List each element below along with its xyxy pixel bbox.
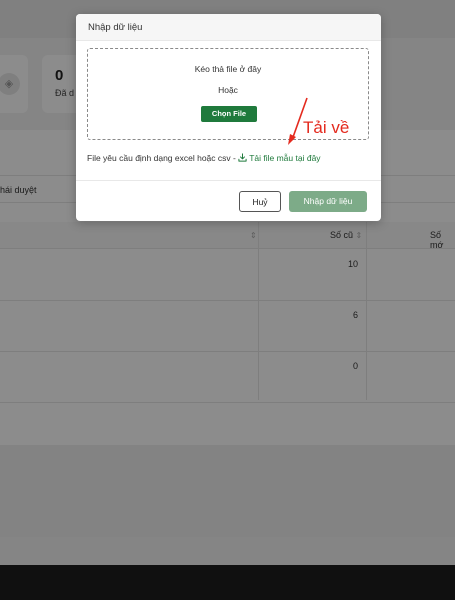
download-link-label: Tải file mẫu tại đây [249, 153, 321, 163]
requirement-text: File yêu cầu định dạng excel hoặc csv - [87, 153, 239, 163]
choose-file-button[interactable]: Chọn File [201, 106, 257, 122]
cancel-button[interactable]: Huỷ [239, 191, 281, 212]
modal-title: Nhập dữ liệu [88, 22, 143, 33]
or-text: Hoặc [218, 85, 238, 95]
modal-divider [76, 180, 381, 181]
drop-instruction: Kéo thả file ở đây [194, 64, 262, 74]
download-template-link[interactable]: Tải file mẫu tại đây [238, 153, 321, 163]
import-data-button[interactable]: Nhập dữ liệu [289, 191, 367, 212]
annotation-label: Tải về [303, 118, 350, 137]
format-requirement: File yêu cầu định dạng excel hoặc csv - … [87, 153, 321, 163]
modal-header: Nhập dữ liệu [76, 14, 381, 41]
download-icon [238, 153, 247, 162]
